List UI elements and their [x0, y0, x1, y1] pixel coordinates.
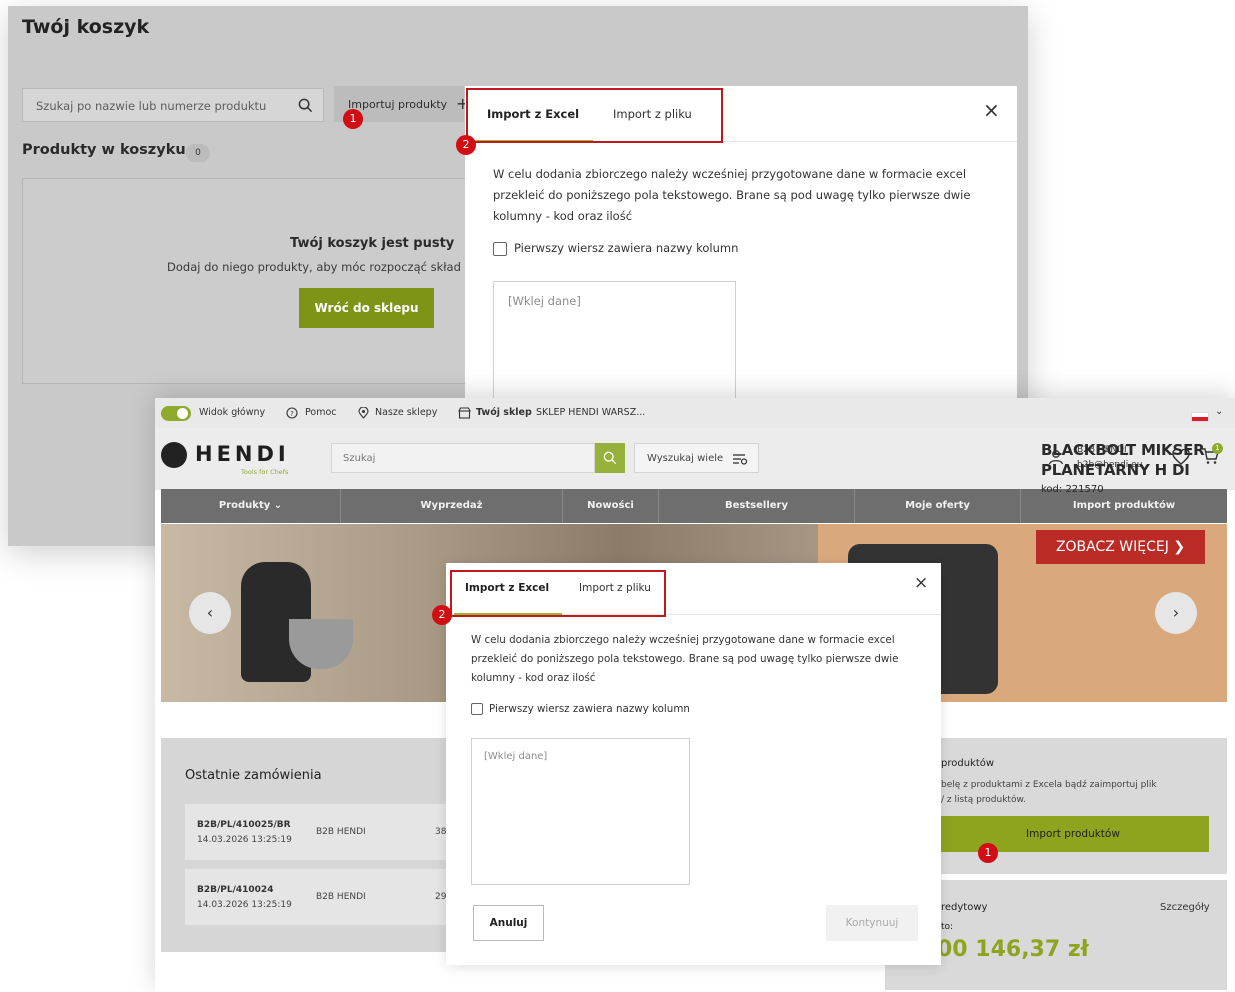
nav-item-my-offers[interactable]: Moje oferty	[855, 489, 1021, 523]
chevron-down-icon[interactable]: ⌄	[1215, 406, 1223, 417]
order-id[interactable]: B2B/PL/410024	[197, 885, 273, 895]
mixer-bowl-image	[289, 619, 353, 669]
nav-item-sale[interactable]: Wyprzedaż	[341, 489, 563, 523]
textarea-placeholder: [Wklej dane]	[508, 294, 581, 308]
help-icon: ?	[286, 407, 298, 419]
header-row-checkbox-label: Pierwszy wiersz zawiera nazwy kolumn	[514, 241, 739, 255]
stores-link[interactable]: Nasze sklepy	[375, 407, 437, 418]
import-modal: Import z Excel Import z pliku × W celu d…	[446, 563, 941, 965]
order-id[interactable]: B2B/PL/410025/BR	[197, 820, 291, 830]
modal-description: W celu dodania zbiorczego należy wcześni…	[493, 167, 971, 223]
recent-orders-title: Ostatnie zamówienia	[185, 768, 322, 783]
carousel-next-button[interactable]: ›	[1155, 592, 1197, 634]
annotation-step-2: 2	[456, 135, 476, 155]
logo-icon	[161, 442, 187, 468]
carousel-prev-button[interactable]: ‹	[189, 592, 231, 634]
see-more-button[interactable]: ZOBACZ WIĘCEJ ❯	[1036, 530, 1205, 564]
your-store-value[interactable]: SKLEP HENDI WARSZ...	[536, 407, 645, 418]
header-row-checkbox[interactable]	[471, 703, 483, 715]
nav-item-new[interactable]: Nowości	[563, 489, 659, 523]
annotation-tabs-highlight	[466, 88, 723, 143]
annotation-step-1: 1	[978, 843, 998, 863]
nav-item-bestsellers[interactable]: Bestsellery	[659, 489, 855, 523]
poland-flag-icon[interactable]	[1191, 412, 1209, 422]
search-button[interactable]	[595, 443, 625, 473]
your-store-label: Twój sklep	[476, 407, 532, 418]
cancel-button[interactable]: Anuluj	[473, 905, 544, 941]
header-row-checkbox-label: Pierwszy wiersz zawiera nazwy kolumn	[489, 703, 690, 715]
empty-cart-subtitle: Dodaj do niego produkty, aby móc rozpocz…	[167, 260, 461, 274]
search-placeholder: Szukaj po nazwie lub numerze produktu	[36, 99, 267, 113]
order-client: B2B HENDI	[316, 892, 366, 902]
site-header: HENDI Tools for Chefs Szukaj Wyszukaj wi…	[155, 428, 1235, 490]
continue-button[interactable]: Kontynuuj	[826, 905, 918, 941]
annotation-step-2: 2	[432, 605, 452, 625]
logo-tagline: Tools for Chefs	[241, 468, 289, 476]
order-date: 14.03.2026 13:25:19	[197, 900, 292, 910]
main-view-label: Widok główny	[199, 407, 266, 418]
import-products-label: Importuj produkty	[348, 98, 448, 111]
credit-subtitle: to:	[941, 922, 954, 932]
close-icon[interactable]: ×	[983, 98, 1000, 122]
logo[interactable]: HENDI	[195, 442, 290, 466]
modal-description: W celu dodania zbiorczego należy wcześni…	[471, 634, 899, 684]
hendi-dashboard-screenshot: Widok główny ? Pomoc Nasze sklepy Twój s…	[155, 398, 1235, 992]
order-client: B2B HENDI	[316, 827, 366, 837]
header-row-checkbox[interactable]	[493, 242, 507, 256]
import-panel-description-2: / z listą produktów.	[941, 795, 1026, 805]
top-bar: Widok główny ? Pomoc Nasze sklepy Twój s…	[155, 398, 1235, 428]
order-value-truncated: 38	[435, 827, 447, 837]
import-products-button[interactable]: Import produktów	[937, 816, 1209, 852]
order-date: 14.03.2026 13:25:19	[197, 835, 292, 845]
credit-title: redytowy	[941, 902, 988, 913]
cart-count-badge: 0	[186, 144, 210, 162]
import-panel-description-1: belę z produktami z Excela bądź zaimport…	[941, 780, 1157, 790]
nav-item-products[interactable]: Produkty ⌄	[161, 489, 341, 523]
back-to-shop-button[interactable]: Wróć do sklepu	[299, 288, 434, 328]
textarea-placeholder: [Wklej dane]	[484, 751, 548, 762]
page-title: Twój koszyk	[22, 16, 150, 38]
search-icon	[603, 451, 617, 465]
hero-title-line2: PLANETARNY H DI	[1041, 461, 1190, 479]
main-view-toggle[interactable]	[161, 406, 191, 421]
credit-amount: 00 146,37 zł	[937, 937, 1089, 962]
cart-products-heading: Produkty w koszyku	[22, 142, 186, 158]
order-value-truncated: 29	[435, 892, 447, 902]
hero-title-line1: BLACKBOLT MIKSER	[1041, 441, 1205, 459]
import-panel-title: produktów	[941, 758, 995, 769]
store-icon	[458, 407, 471, 419]
annotation-tabs-highlight	[450, 570, 666, 617]
multi-search-button[interactable]: Wyszukaj wiele	[634, 443, 759, 473]
cart-search-input[interactable]: Szukaj po nazwie lub numerze produktu	[22, 88, 324, 122]
annotation-step-1: 1	[343, 109, 363, 129]
search-icon[interactable]	[298, 98, 313, 113]
help-link[interactable]: Pomoc	[305, 407, 337, 418]
header-search-input[interactable]: Szukaj	[331, 443, 595, 473]
svg-text:?: ?	[290, 410, 294, 418]
hero-product-code: kod: 221570	[1041, 484, 1104, 495]
multi-search-label: Wyszukaj wiele	[647, 453, 724, 464]
list-search-icon	[733, 454, 748, 465]
empty-cart-title: Twój koszyk jest pusty	[290, 236, 455, 251]
paste-data-textarea[interactable]: [Wklej dane]	[471, 738, 690, 885]
credit-details-link[interactable]: Szczegóły	[1160, 902, 1210, 913]
empty-cart-box	[22, 178, 542, 384]
close-icon[interactable]: ×	[914, 573, 928, 593]
location-icon	[358, 407, 369, 419]
search-placeholder: Szukaj	[343, 453, 376, 464]
cart-badge: 1	[1212, 443, 1223, 454]
